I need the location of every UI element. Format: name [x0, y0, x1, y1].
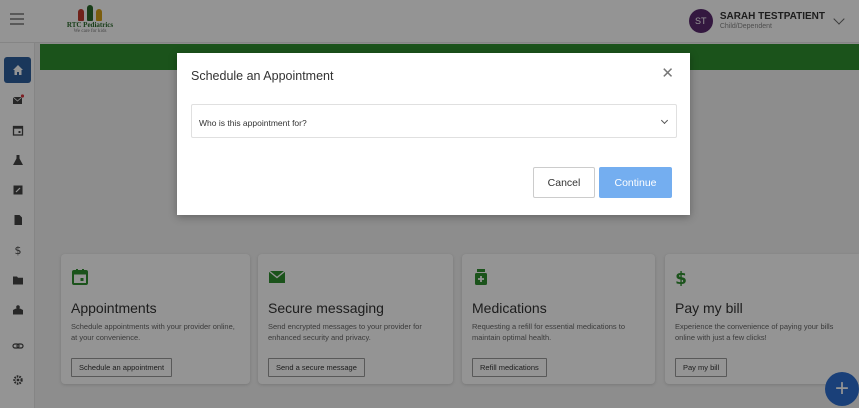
chevron-down-icon: [660, 116, 669, 125]
dialog-title: Schedule an Appointment: [191, 69, 334, 83]
continue-button[interactable]: Continue: [599, 167, 672, 198]
select-label: Who is this appointment for?: [199, 118, 307, 128]
schedule-appointment-dialog: Schedule an Appointment ✕ Who is this ap…: [177, 53, 690, 215]
close-icon[interactable]: ✕: [661, 66, 674, 81]
appointment-for-select[interactable]: Who is this appointment for?: [191, 104, 677, 138]
cancel-button[interactable]: Cancel: [533, 167, 595, 198]
